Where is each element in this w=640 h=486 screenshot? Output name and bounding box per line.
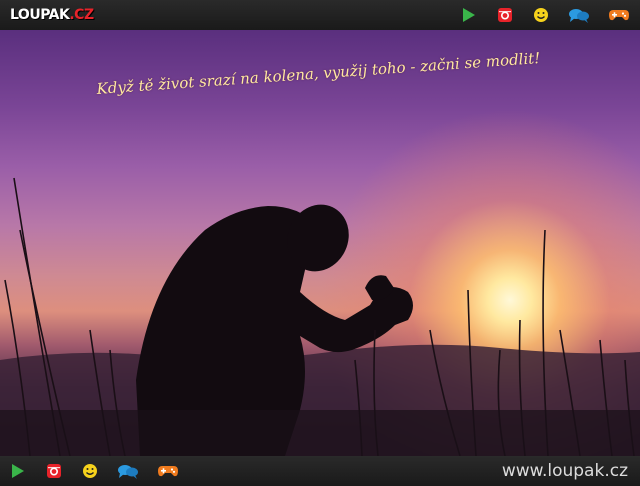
instagram-icon[interactable]: [45, 462, 63, 480]
play-icon[interactable]: [9, 462, 27, 480]
main-image: Když tě život srazí na kolena, využij to…: [0, 30, 640, 456]
bottom-bar: www.loupak.cz: [0, 456, 640, 486]
chat-icon[interactable]: [568, 6, 590, 24]
top-icon-group: [460, 6, 630, 24]
logo-text: LOUPAK: [10, 7, 70, 23]
instagram-icon[interactable]: [496, 6, 514, 24]
smiley-icon[interactable]: [532, 6, 550, 24]
bottom-icon-group: [9, 462, 179, 480]
top-bar: LOUPAK.CZ: [0, 0, 640, 30]
play-icon[interactable]: [460, 6, 478, 24]
chat-icon[interactable]: [117, 462, 139, 480]
smiley-icon[interactable]: [81, 462, 99, 480]
logo-tld: .CZ: [69, 7, 94, 23]
gamepad-icon[interactable]: [608, 6, 630, 24]
site-logo[interactable]: LOUPAK.CZ: [10, 7, 94, 23]
site-url-link[interactable]: www.loupak.cz: [502, 461, 628, 481]
gamepad-icon[interactable]: [157, 462, 179, 480]
